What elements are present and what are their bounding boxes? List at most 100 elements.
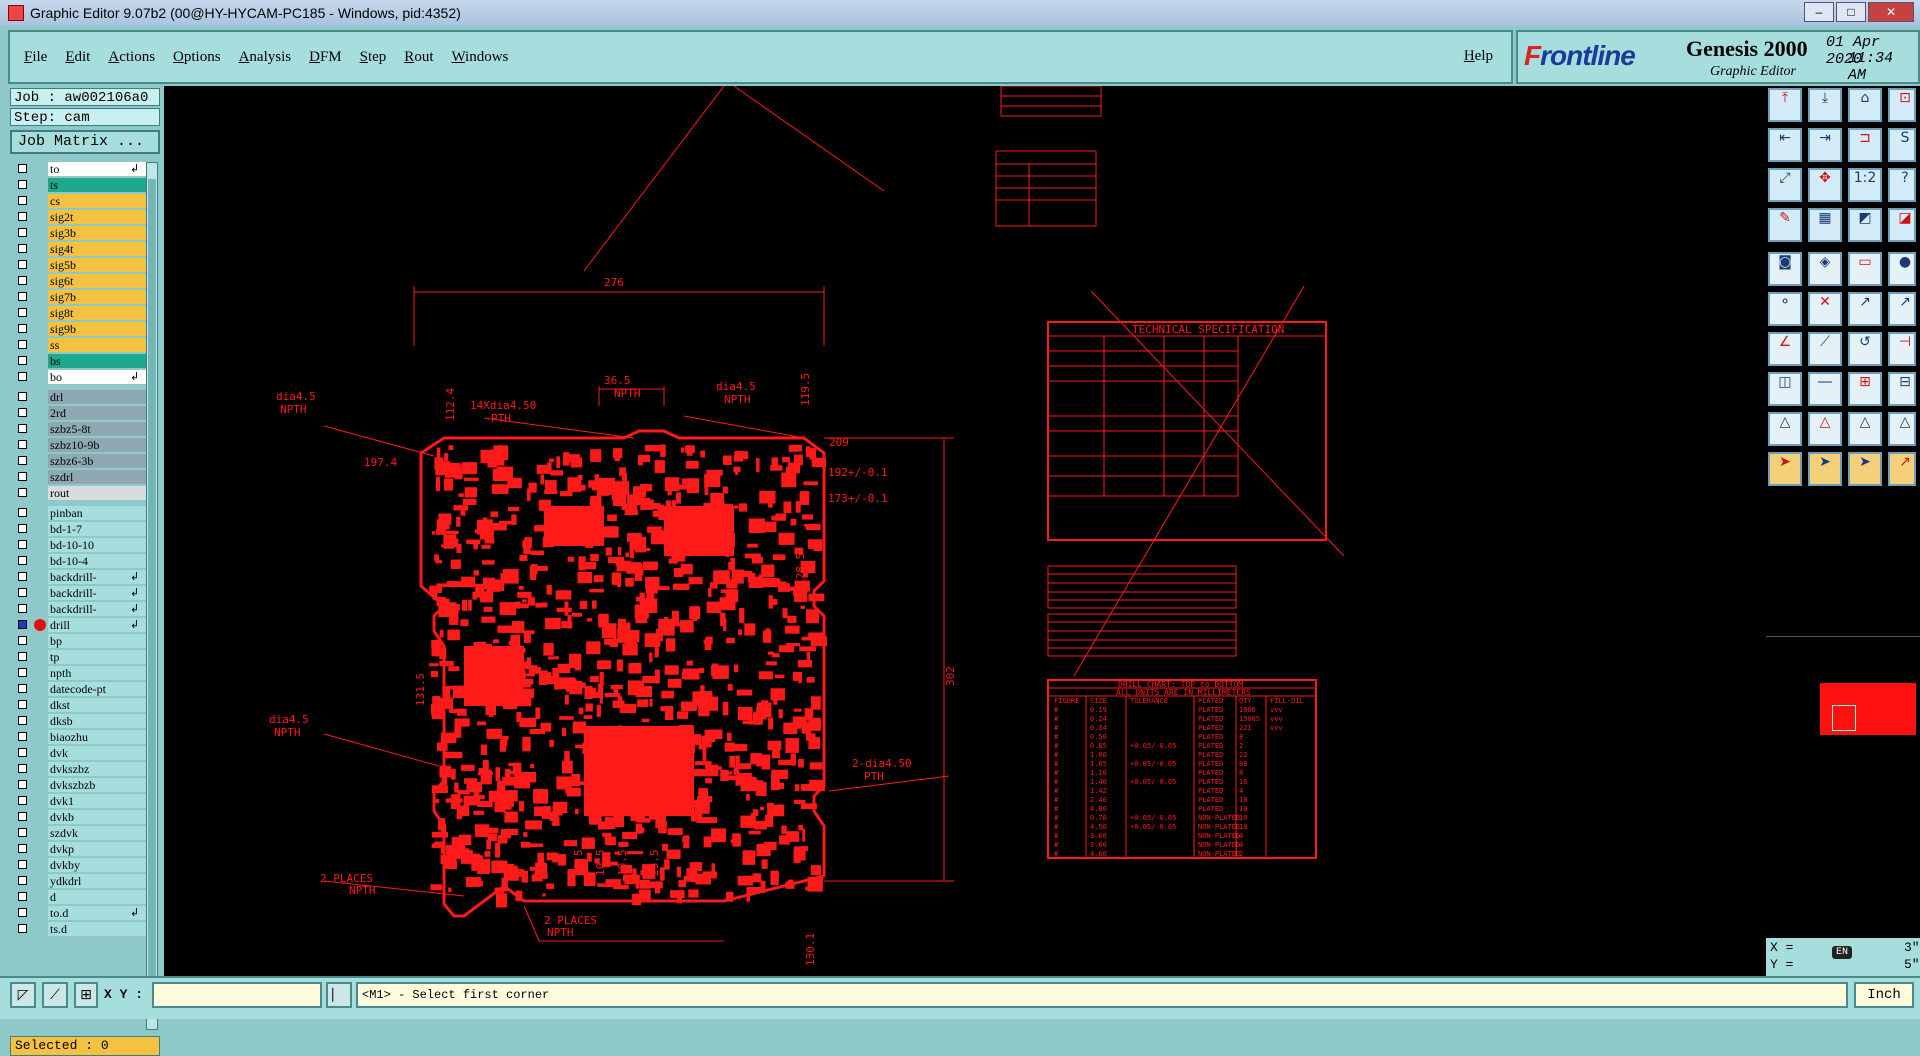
layer-checkbox[interactable]: [18, 260, 27, 269]
menu-dfm[interactable]: DFM: [309, 49, 342, 66]
layer-checkbox[interactable]: [18, 408, 27, 417]
layer-name[interactable]: dvkp: [48, 842, 146, 856]
layer-checkbox[interactable]: [18, 424, 27, 433]
menu-help[interactable]: Help: [1464, 48, 1493, 65]
layer-name[interactable]: sig8t: [48, 306, 146, 320]
layer-row[interactable]: szbz6-3b: [14, 454, 146, 469]
layer-list-scrollbar[interactable]: [146, 162, 158, 1030]
layer-name[interactable]: szbz10-9b: [48, 438, 146, 452]
select-red2-icon[interactable]: ◪: [1888, 208, 1916, 242]
layer-checkbox[interactable]: [18, 700, 27, 709]
layer-row[interactable]: dvkszbz: [14, 762, 146, 777]
layer-row[interactable]: sig2t: [14, 210, 146, 225]
layer-checkbox[interactable]: [18, 180, 27, 189]
layer-row[interactable]: 2rd: [14, 406, 146, 421]
layer-checkbox[interactable]: [18, 892, 27, 901]
grid-snap-icon[interactable]: ⊞: [74, 982, 98, 1008]
layer-row[interactable]: backdrill- ↲: [14, 586, 146, 601]
arrow2-icon[interactable]: ↗: [1888, 292, 1916, 326]
menu-windows[interactable]: Windows: [451, 49, 508, 66]
pointer-icon[interactable]: ➤: [1768, 452, 1802, 486]
menu-analysis[interactable]: Analysis: [239, 49, 292, 66]
layer-checkbox[interactable]: [18, 636, 27, 645]
snap-icon[interactable]: S: [1888, 128, 1916, 162]
layer-row[interactable]: bd-1-7: [14, 522, 146, 537]
triangle3-icon[interactable]: △: [1848, 412, 1882, 446]
close-button[interactable]: ✕: [1868, 2, 1914, 22]
layer-name[interactable]: datecode-pt: [48, 682, 146, 696]
layer-name[interactable]: dkst: [48, 698, 146, 712]
dot-icon[interactable]: ●: [1888, 252, 1916, 286]
frame-icon[interactable]: ⊞: [1848, 372, 1882, 406]
graphic-canvas[interactable]: 276 36.5 302 192+/-0.1 173+/-0.1 209 197…: [164, 86, 1764, 976]
pad-icon[interactable]: ◙: [1768, 252, 1802, 286]
layer-row[interactable]: dvkp: [14, 842, 146, 857]
menu-edit[interactable]: Edit: [65, 49, 90, 66]
layer-name[interactable]: sig5b: [48, 258, 146, 272]
layer-checkbox[interactable]: [18, 908, 27, 917]
layer-name[interactable]: bs: [48, 354, 146, 368]
layer-row[interactable]: backdrill- ↲: [14, 602, 146, 617]
layer-row[interactable]: drill ↲: [14, 618, 146, 633]
measure-icon[interactable]: ⟋: [42, 982, 68, 1008]
layer-name[interactable]: dvkb: [48, 810, 146, 824]
layer-checkbox[interactable]: [18, 540, 27, 549]
layer-row[interactable]: bs: [14, 354, 146, 369]
layer-name[interactable]: sig9b: [48, 322, 146, 336]
rotate-icon[interactable]: ↺: [1848, 332, 1882, 366]
layer-name[interactable]: szbz6-3b: [48, 454, 146, 468]
layer-name[interactable]: ts: [48, 178, 146, 192]
menu-file[interactable]: File: [24, 49, 47, 66]
layer-checkbox[interactable]: [18, 488, 27, 497]
layer-checkbox[interactable]: [18, 588, 27, 597]
layer-checkbox[interactable]: [18, 456, 27, 465]
layer-row[interactable]: dvkb: [14, 810, 146, 825]
slash-icon[interactable]: ⟋: [1808, 332, 1842, 366]
layer-name[interactable]: bd-10-4: [48, 554, 146, 568]
select-red-icon[interactable]: ◩: [1848, 208, 1882, 242]
layer-row[interactable]: bo ↲: [14, 370, 146, 385]
minimize-button[interactable]: –: [1804, 2, 1834, 22]
layer-checkbox[interactable]: [18, 876, 27, 885]
pan-icon[interactable]: ✥: [1808, 168, 1842, 202]
arrow-icon[interactable]: ↗: [1848, 292, 1882, 326]
layer-checkbox[interactable]: [18, 324, 27, 333]
layer-name[interactable]: szdrl: [48, 470, 146, 484]
edit-icon[interactable]: ✎: [1768, 208, 1802, 242]
layer-row[interactable]: ydkdrl: [14, 874, 146, 889]
layer-name[interactable]: sig6t: [48, 274, 146, 288]
layer-checkbox[interactable]: [18, 572, 27, 581]
layer-row[interactable]: sig5b: [14, 258, 146, 273]
layer-name[interactable]: tp: [48, 650, 146, 664]
layer-row[interactable]: to.d ↲: [14, 906, 146, 921]
move-down-icon[interactable]: ⤓: [1808, 88, 1842, 122]
layer-checkbox[interactable]: [18, 524, 27, 533]
shape-icon[interactable]: ◈: [1808, 252, 1842, 286]
layer-row[interactable]: rout: [14, 486, 146, 501]
layer-row[interactable]: szdrl: [14, 470, 146, 485]
layer-name[interactable]: biaozhu: [48, 730, 146, 744]
triangle2-icon[interactable]: △: [1808, 412, 1842, 446]
layer-name[interactable]: npth: [48, 666, 146, 680]
layer-row[interactable]: szbz5-8t: [14, 422, 146, 437]
layer-checkbox[interactable]: [18, 440, 27, 449]
layer-checkbox[interactable]: [18, 276, 27, 285]
layer-checkbox[interactable]: [18, 652, 27, 661]
layer-checkbox[interactable]: [18, 748, 27, 757]
layer-row[interactable]: szdvk: [14, 826, 146, 841]
layer-checkbox[interactable]: [18, 668, 27, 677]
layer-name[interactable]: ydkdrl: [48, 874, 146, 888]
layer-name[interactable]: dksb: [48, 714, 146, 728]
layer-row[interactable]: dvk1: [14, 794, 146, 809]
layer-checkbox[interactable]: [18, 732, 27, 741]
layer-name[interactable]: pinban: [48, 506, 146, 520]
layer-row[interactable]: ts: [14, 178, 146, 193]
layer-row[interactable]: ts.d: [14, 922, 146, 937]
language-indicator[interactable]: EN: [1832, 946, 1853, 959]
layer-name[interactable]: cs: [48, 194, 146, 208]
layer-checkbox[interactable]: [18, 604, 27, 613]
cursor-icon[interactable]: ⎸: [326, 982, 352, 1008]
layer-checkbox[interactable]: [18, 472, 27, 481]
layer-row[interactable]: dkst: [14, 698, 146, 713]
layer-checkbox[interactable]: [18, 392, 27, 401]
